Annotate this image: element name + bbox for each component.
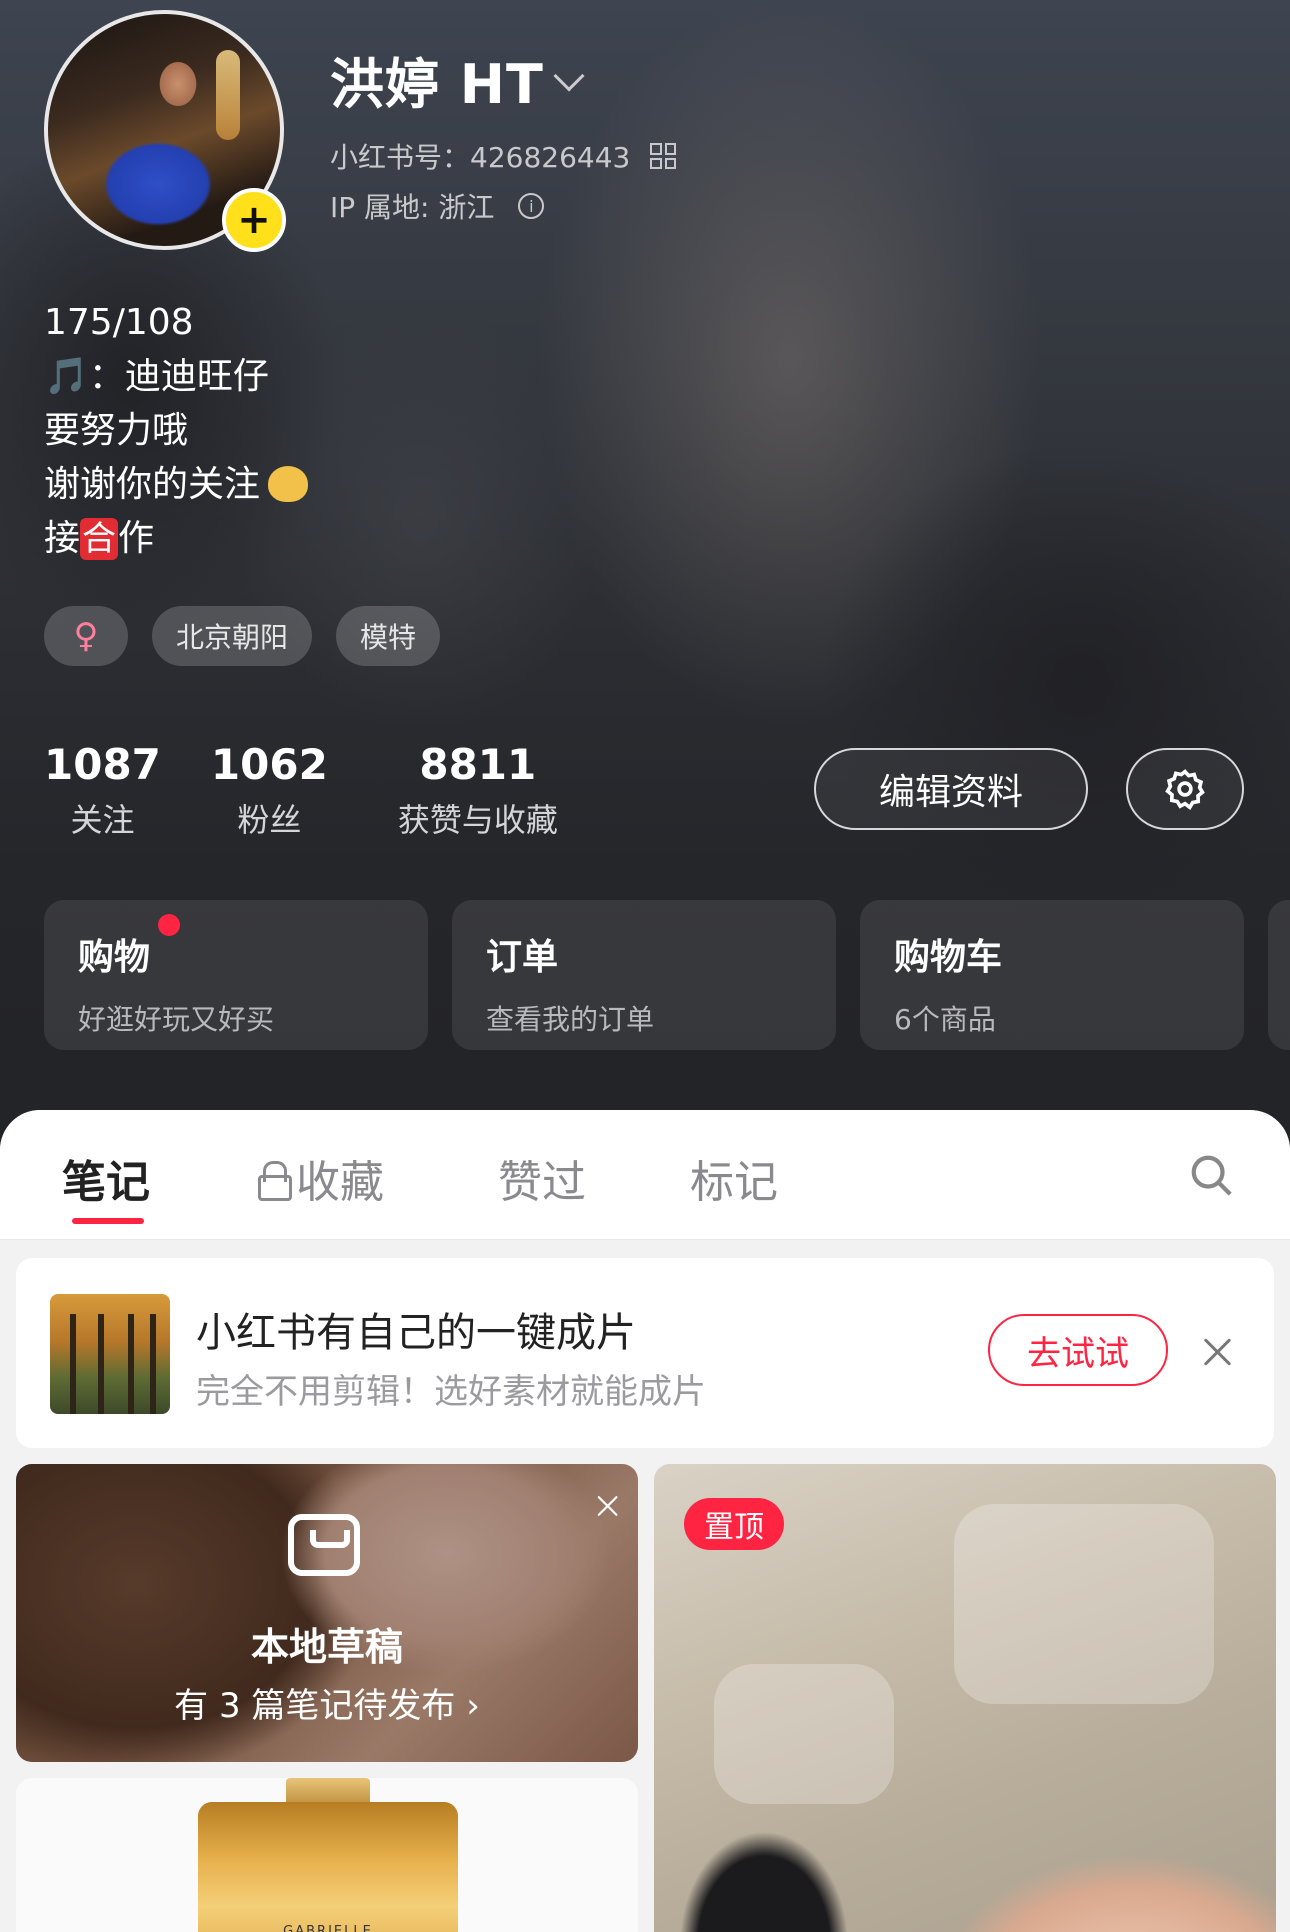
- tab-marked[interactable]: 标记: [690, 1146, 778, 1210]
- bio-text: 接: [44, 518, 81, 559]
- tab-label: 收藏: [296, 1157, 384, 1208]
- background-rock: [820, 440, 1290, 920]
- profile-id-text: 小红书号：426826443: [330, 141, 631, 174]
- qr-code-icon[interactable]: [650, 143, 677, 169]
- tab-collections[interactable]: 收藏: [258, 1146, 384, 1210]
- tab-label: 赞过: [498, 1157, 586, 1208]
- profile-tags: ♀ 北京朝阳 模特: [44, 606, 441, 666]
- settings-button[interactable]: [1126, 748, 1244, 830]
- promo-thumbnail: [50, 1294, 170, 1414]
- stat-likes-collects[interactable]: 8811 获赞与收藏: [398, 740, 558, 841]
- profile-bio: 175/108 🎵：迪迪旺仔 要努力哦 谢谢你的关注 接合作: [44, 296, 309, 566]
- card-shopping[interactable]: 购物 好逛好玩又好买: [44, 900, 428, 1050]
- avatar-lamp: [216, 50, 240, 140]
- ip-location-text: IP 属地: 浙江: [330, 191, 495, 224]
- profile-name: 洪婷 HT: [330, 53, 544, 116]
- cooperate-emoji-icon: 合: [80, 518, 119, 560]
- bio-line: 接合作: [44, 512, 308, 566]
- bottle-label: GABRIELLE: [283, 1924, 373, 1932]
- notification-dot: [158, 914, 180, 936]
- stat-label: 获赞与收藏: [397, 801, 558, 839]
- bio-line-text: 谢谢你的关注: [44, 464, 261, 505]
- pinned-badge: 置顶: [684, 1498, 784, 1550]
- profile-header: + 洪婷 HT 小红书号：426826443 IP 属地: 浙江 i 175/1…: [0, 0, 1290, 1160]
- card-orders[interactable]: 订单 查看我的订单: [452, 900, 836, 1050]
- card-subtitle: 查看我的订单: [486, 1003, 655, 1036]
- local-drafts-card[interactable]: 本地草稿 有 3 篇笔记待发布 ›: [16, 1464, 638, 1762]
- inbox-icon: [288, 1514, 360, 1576]
- ip-location: IP 属地: 浙江 i: [330, 186, 545, 226]
- bio-line: 175/108: [44, 302, 194, 343]
- stat-number: 1087: [44, 740, 161, 789]
- edit-profile-button[interactable]: 编辑资料: [814, 748, 1088, 830]
- female-icon: ♀: [44, 606, 128, 666]
- note-card-pinned[interactable]: 置顶: [654, 1464, 1276, 1932]
- stat-label: 关注: [70, 801, 135, 839]
- gear-icon: [1165, 769, 1205, 811]
- stat-following[interactable]: 1087 关注: [44, 740, 161, 841]
- card-title: 购物车: [894, 937, 1003, 978]
- avatar-container[interactable]: +: [44, 10, 286, 252]
- bio-line: 要努力哦: [44, 410, 189, 451]
- stat-number: 8811: [419, 740, 537, 789]
- location-tag: 北京朝阳: [152, 606, 313, 666]
- card-cart[interactable]: 购物车 6个商品: [860, 900, 1244, 1050]
- try-button[interactable]: 去试试: [988, 1314, 1168, 1386]
- tab-liked[interactable]: 赞过: [498, 1146, 586, 1210]
- tab-label: 标记: [690, 1157, 778, 1208]
- close-icon[interactable]: [596, 1494, 620, 1518]
- close-icon[interactable]: [1202, 1336, 1234, 1368]
- search-icon[interactable]: [1188, 1152, 1234, 1198]
- bio-line: 谢谢你的关注: [44, 458, 309, 512]
- bio-line: 🎵：迪迪旺仔: [44, 356, 269, 397]
- chevron-down-icon[interactable]: [553, 59, 585, 92]
- tab-bar: 笔记 收藏 赞过 标记: [0, 1110, 1290, 1240]
- stat-followers[interactable]: 1062 粉丝: [211, 740, 328, 841]
- image-highlight: [954, 1504, 1214, 1704]
- cat-emoji-icon: [268, 466, 309, 502]
- card-subtitle: 6个商品: [894, 1003, 996, 1036]
- tab-notes[interactable]: 笔记: [62, 1146, 150, 1210]
- service-cards: 购物 好逛好玩又好买 订单 查看我的订单 购物车 6个商品: [44, 900, 1290, 1050]
- promo-subtitle: 完全不用剪辑！选好素材就能成片: [196, 1372, 706, 1412]
- card-title: 订单: [486, 937, 559, 978]
- add-plus-icon[interactable]: +: [222, 188, 286, 252]
- note-card-perfume[interactable]: GABRIELLE: [16, 1778, 638, 1932]
- promo-title: 小红书有自己的一键成片: [196, 1310, 636, 1356]
- info-icon[interactable]: i: [518, 193, 545, 219]
- stat-number: 1062: [210, 740, 328, 789]
- occupation-tag: 模特: [336, 606, 441, 666]
- stat-label: 粉丝: [237, 801, 302, 839]
- card-next-peek[interactable]: [1268, 900, 1290, 1050]
- content-sheet: 笔记 收藏 赞过 标记 小红书有自己的一键成片 完全不用剪辑！选好素材就能成片 …: [0, 1110, 1290, 1932]
- bio-text: 作: [118, 518, 155, 559]
- card-title: 购物: [78, 937, 151, 978]
- active-tab-indicator: [72, 1218, 144, 1224]
- draft-title: 本地草稿: [250, 1625, 403, 1669]
- lock-icon: [258, 1161, 292, 1201]
- card-subtitle: 好逛好玩又好买: [78, 1003, 275, 1036]
- profile-name-row[interactable]: 洪婷 HT: [330, 40, 585, 119]
- profile-stats: 1087 关注 1062 粉丝 8811 获赞与收藏: [44, 740, 558, 841]
- tab-label: 笔记: [62, 1157, 150, 1208]
- draft-subtitle: 有 3 篇笔记待发布 ›: [174, 1686, 480, 1726]
- promo-banner[interactable]: 小红书有自己的一键成片 完全不用剪辑！选好素材就能成片 去试试: [16, 1258, 1274, 1448]
- profile-id: 小红书号：426826443: [330, 136, 677, 176]
- image-highlight: [714, 1664, 894, 1804]
- perfume-bottle-image: GABRIELLE: [198, 1802, 458, 1932]
